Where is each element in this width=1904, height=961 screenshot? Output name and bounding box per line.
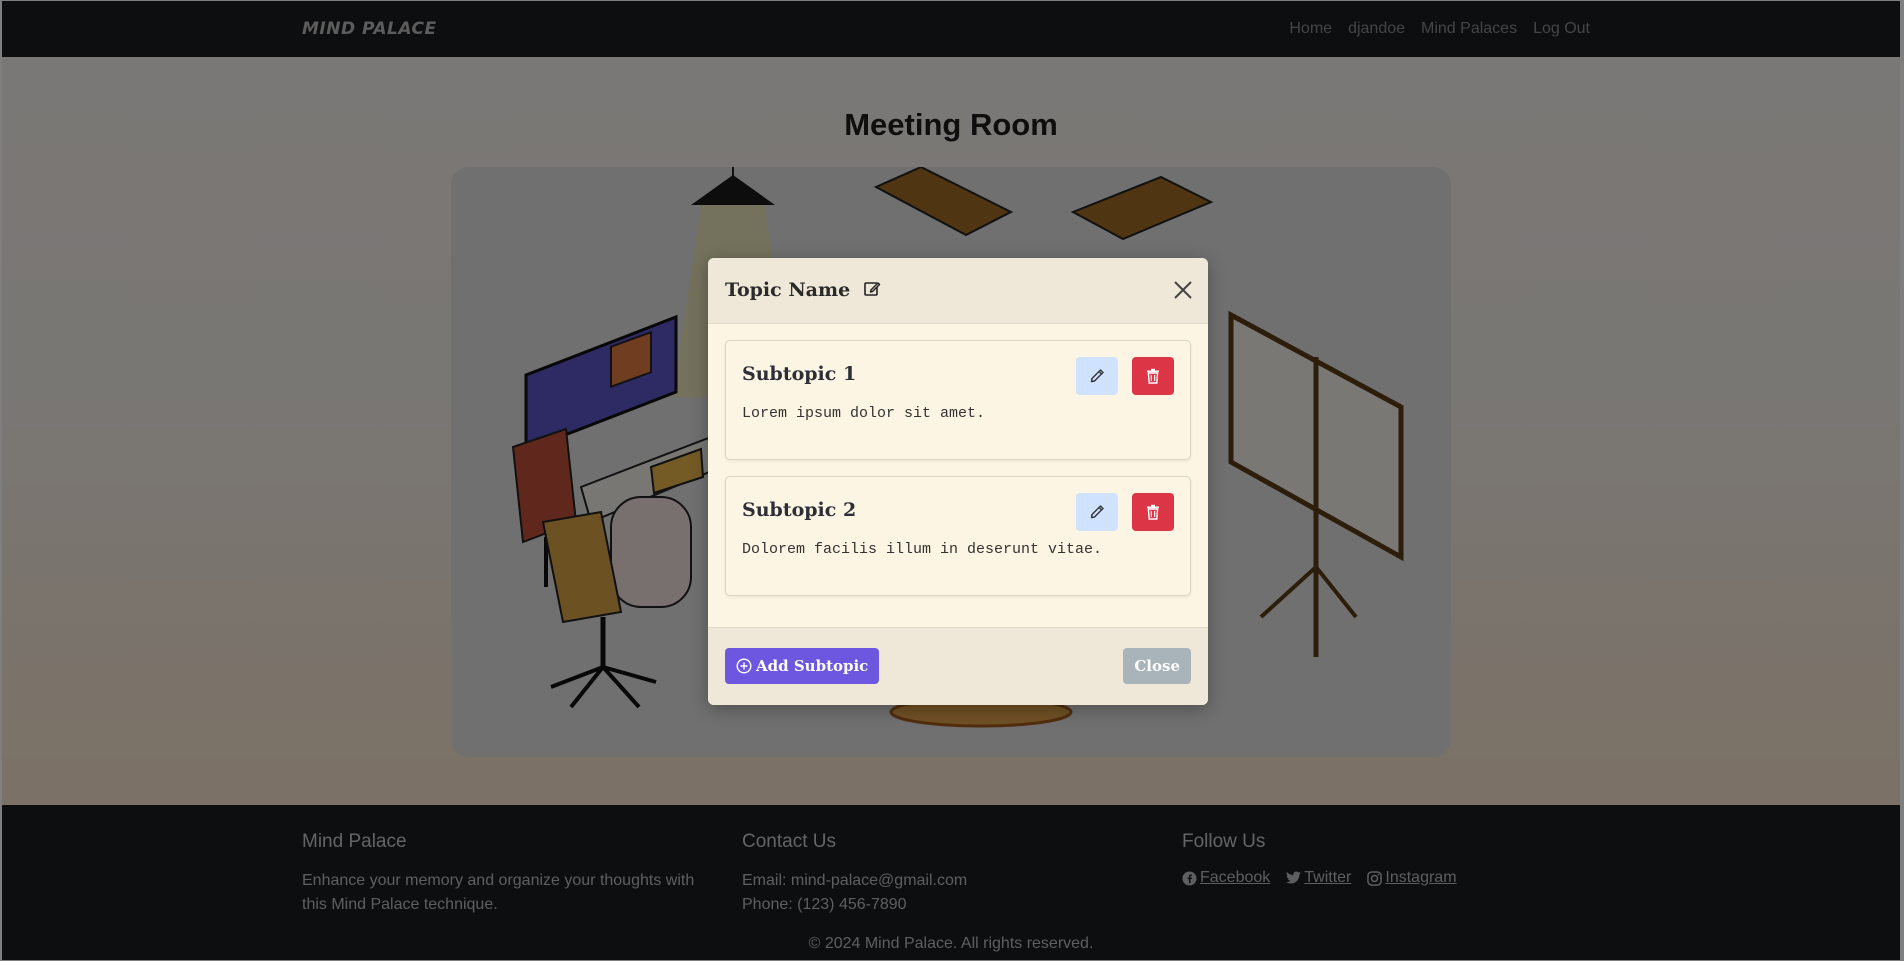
modal-title: Topic Name <box>725 279 851 301</box>
edit-subtopic-button[interactable] <box>1076 357 1118 395</box>
trash-icon <box>1147 504 1159 520</box>
subtopic-card: Subtopic 1 Lorem ipsum dolor sit amet. <box>725 340 1191 460</box>
pencil-icon <box>1090 369 1104 383</box>
edit-subtopic-button[interactable] <box>1076 493 1118 531</box>
subtopic-card: Subtopic 2 Dolorem facilis illum in dese… <box>725 476 1191 596</box>
topic-modal: Topic Name Subtopic 1 Lorem ipsum dolor … <box>708 258 1208 705</box>
delete-subtopic-button[interactable] <box>1132 357 1174 395</box>
subtopic-text: Dolorem facilis illum in deserunt vitae. <box>742 541 1103 558</box>
delete-subtopic-button[interactable] <box>1132 493 1174 531</box>
plus-circle-icon <box>736 658 752 674</box>
close-label: Close <box>1134 657 1180 675</box>
subtopic-title: Subtopic 1 <box>742 363 857 385</box>
edit-title-icon[interactable] <box>863 280 881 298</box>
add-subtopic-button[interactable]: Add Subtopic <box>725 648 880 684</box>
trash-icon <box>1147 368 1159 384</box>
add-subtopic-label: Add Subtopic <box>756 657 869 675</box>
close-icon[interactable] <box>1172 279 1194 301</box>
modal-header: Topic Name <box>708 258 1208 324</box>
subtopic-text: Lorem ipsum dolor sit amet. <box>742 405 986 422</box>
subtopic-title: Subtopic 2 <box>742 499 857 521</box>
pencil-icon <box>1090 505 1104 519</box>
modal-footer: Add Subtopic Close <box>708 627 1208 705</box>
close-button[interactable]: Close <box>1123 648 1191 684</box>
